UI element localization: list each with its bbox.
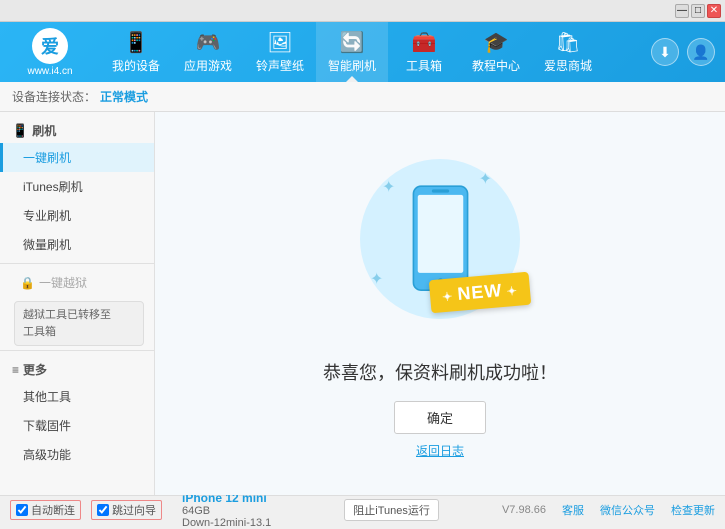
main-content: ✦ ✦ ✦ NEW 恭喜您，保资料刷机成功啦！ 确定 返回日志: [155, 112, 725, 495]
auto-disconnect-label: 自动断连: [31, 502, 75, 518]
confirm-button[interactable]: 确定: [394, 401, 486, 434]
sidebar: 📱 刷机 一键刷机 iTunes刷机 专业刷机 微量刷机 🔒 一键越狱 越狱工具…: [0, 112, 155, 495]
sidebar-item-jailbreak-disabled: 🔒 一键越狱: [0, 268, 154, 297]
smart-flash-icon: 🔄: [340, 30, 365, 55]
skip-wizard-label: 跳过向导: [112, 502, 156, 518]
auto-disconnect-checkbox[interactable]: [16, 504, 28, 516]
nav-actions: ⬇ 👤: [651, 38, 725, 66]
status-label: 设备连接状态：: [12, 88, 96, 105]
nav-toolbox[interactable]: 🧰 工具箱: [388, 22, 460, 82]
main-layout: 📱 刷机 一键刷机 iTunes刷机 专业刷机 微量刷机 🔒 一键越狱 越狱工具…: [0, 112, 725, 495]
sidebar-item-download-firmware[interactable]: 下载固件: [0, 411, 154, 440]
sidebar-item-micro-flash[interactable]: 微量刷机: [0, 230, 154, 259]
sidebar-item-pro-flash[interactable]: 专业刷机: [0, 201, 154, 230]
sidebar-item-advanced[interactable]: 高级功能: [0, 440, 154, 469]
minimize-button[interactable]: —: [675, 4, 689, 18]
nav-shop-label: 爱思商城: [544, 57, 592, 74]
nav-my-device-label: 我的设备: [112, 57, 160, 74]
wallpaper-icon: 🖼: [267, 30, 292, 55]
sidebar-section-more: ≡ 更多: [0, 355, 154, 382]
auto-disconnect-checkbox-wrap[interactable]: 自动断连: [10, 500, 81, 520]
sparkle-icon-3: ✦: [370, 269, 383, 289]
sparkle-icon-1: ✦: [382, 177, 395, 197]
more-section-label: 更多: [23, 361, 47, 378]
skip-wizard-checkbox-wrap[interactable]: 跳过向导: [91, 500, 162, 520]
tutorials-icon: 🎓: [484, 30, 509, 55]
skip-wizard-checkbox[interactable]: [97, 504, 109, 516]
sparkle-icon-2: ✦: [479, 169, 492, 189]
nav-smart-flash[interactable]: 🔄 智能刷机: [316, 22, 388, 82]
sidebar-notice: 越狱工具已转移至工具箱: [14, 301, 144, 346]
lock-icon: 🔒: [20, 276, 35, 290]
top-navigation: 爱 www.i4.cn 📱 我的设备 🎮 应用游戏 🖼 铃声壁纸 🔄 智能刷机 …: [0, 22, 725, 82]
nav-my-device[interactable]: 📱 我的设备: [100, 22, 172, 82]
my-device-icon: 📱: [124, 30, 149, 55]
logo-icon: 爱: [32, 28, 68, 64]
nav-items: 📱 我的设备 🎮 应用游戏 🖼 铃声壁纸 🔄 智能刷机 🧰 工具箱 🎓 教程中心…: [100, 22, 651, 82]
flash-section-label: 刷机: [32, 122, 56, 139]
logo-area: 爱 www.i4.cn: [0, 22, 100, 82]
bottom-bar: 自动断连 跳过向导 iPhone 12 mini 64GB Down-12min…: [0, 495, 725, 523]
nav-smart-flash-label: 智能刷机: [328, 57, 376, 74]
nav-wallpaper[interactable]: 🖼 铃声壁纸: [244, 22, 316, 82]
stop-itunes-button[interactable]: 阻止iTunes运行: [344, 499, 439, 521]
customer-service-link[interactable]: 客服: [562, 502, 584, 518]
success-message: 恭喜您，保资料刷机成功啦！: [323, 359, 557, 385]
version-label: V7.98.66: [502, 504, 546, 516]
maximize-button[interactable]: □: [691, 4, 705, 18]
device-storage: 64GB: [182, 505, 271, 517]
success-illustration: ✦ ✦ ✦ NEW: [350, 149, 530, 329]
nav-wallpaper-label: 铃声壁纸: [256, 57, 304, 74]
nav-apps-label: 应用游戏: [184, 57, 232, 74]
bottom-right-section: V7.98.66 客服 微信公众号 检查更新: [502, 502, 715, 518]
status-value: 正常模式: [100, 88, 148, 105]
nav-tutorials[interactable]: 🎓 教程中心: [460, 22, 532, 82]
sidebar-section-flash: 📱 刷机: [0, 116, 154, 143]
status-bar: 设备连接状态： 正常模式: [0, 82, 725, 112]
nav-toolbox-label: 工具箱: [406, 57, 442, 74]
sidebar-item-itunes-flash[interactable]: iTunes刷机: [0, 172, 154, 201]
apps-icon: 🎮: [196, 30, 221, 55]
download-button[interactable]: ⬇: [651, 38, 679, 66]
wechat-link[interactable]: 微信公众号: [600, 502, 655, 518]
check-update-link[interactable]: 检查更新: [671, 502, 715, 518]
nav-apps[interactable]: 🎮 应用游戏: [172, 22, 244, 82]
more-section-icon: ≡: [12, 363, 19, 377]
sidebar-divider-2: [0, 350, 154, 351]
titlebar: — □ ✕: [0, 0, 725, 22]
nav-tutorials-label: 教程中心: [472, 57, 520, 74]
shop-icon: 🛍: [555, 30, 580, 55]
toolbox-icon: 🧰: [412, 30, 437, 55]
jailbreak-label: 一键越狱: [39, 274, 87, 291]
flash-section-icon: 📱: [12, 123, 28, 139]
sidebar-item-other-tools[interactable]: 其他工具: [0, 382, 154, 411]
logo-text: www.i4.cn: [27, 66, 72, 77]
nav-shop[interactable]: 🛍 爱思商城: [532, 22, 604, 82]
bottom-stop-wrap: 阻止iTunes运行: [344, 499, 439, 521]
user-button[interactable]: 👤: [687, 38, 715, 66]
close-button[interactable]: ✕: [707, 4, 721, 18]
back-log-link[interactable]: 返回日志: [416, 442, 464, 459]
sidebar-item-one-click-flash[interactable]: 一键刷机: [0, 143, 154, 172]
sidebar-divider-1: [0, 263, 154, 264]
phone-badge-wrap: ✦ ✦ ✦ NEW: [350, 149, 530, 329]
